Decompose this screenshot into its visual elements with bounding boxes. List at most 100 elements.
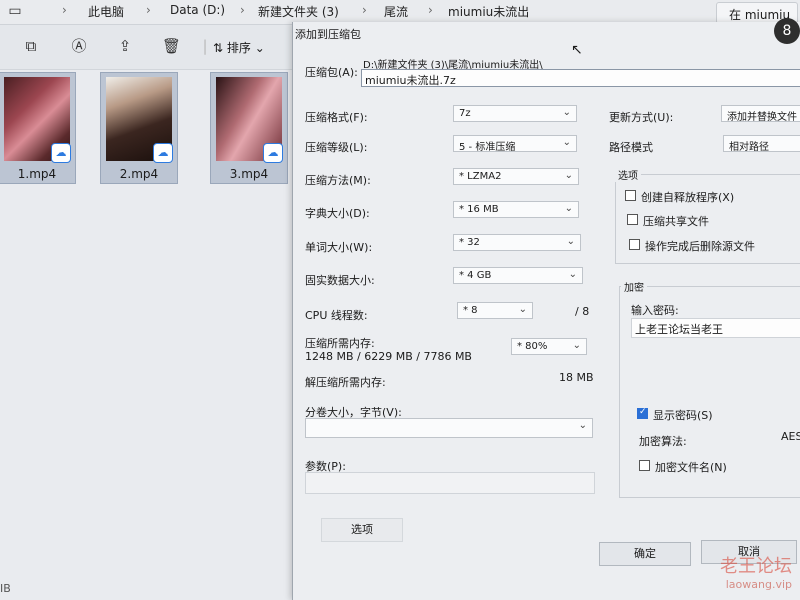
mem-comp-label: 压缩所需内存: [305, 337, 375, 350]
chevron-right-icon: › [362, 3, 367, 17]
cloud-sync-icon: ☁ [263, 143, 283, 163]
archive-name-input[interactable]: miumiu未流出.7z [361, 69, 800, 87]
mem-percent-value: * 80% [517, 341, 548, 352]
watermark: 老王论坛 laowang.vip [720, 552, 792, 591]
archive-name-value: miumiu未流出.7z [365, 74, 456, 87]
format-value: 7z [459, 108, 471, 119]
dict-select[interactable]: * 16 MB ⌄ [453, 201, 579, 218]
mouse-cursor-icon: ↖ [571, 42, 583, 58]
level-select[interactable]: 5 - 标准压缩 ⌄ [453, 135, 577, 153]
sfx-label: 创建自释放程序(X) [641, 191, 735, 204]
copy-icon[interactable]: ⧉ [22, 37, 40, 55]
word-label: 单词大小(W): [305, 241, 373, 254]
encrypt-filenames-label: 加密文件名(N) [655, 461, 727, 474]
file-tile[interactable]: ☁ 1.mp4 [0, 72, 76, 184]
archive-label: 压缩包(A): [305, 66, 358, 79]
breadcrumb-folder[interactable]: 新建文件夹 (3) [258, 3, 339, 20]
chevron-down-icon: ⌄ [568, 269, 577, 280]
rename-icon[interactable]: Ⓐ [70, 37, 88, 55]
mem-percent-select[interactable]: * 80% ⌄ [511, 338, 587, 355]
chevron-down-icon: ⌄ [518, 304, 527, 315]
chevron-right-icon: › [146, 3, 151, 17]
mem-decomp-value: 18 MB [559, 371, 594, 384]
update-label: 更新方式(U): [609, 111, 674, 124]
toolbar-divider: | [202, 37, 208, 55]
chevron-right-icon: › [240, 3, 245, 17]
dict-label: 字典大小(D): [305, 207, 370, 220]
update-value: 添加并替换文件 [727, 112, 797, 123]
breadcrumb-drive[interactable]: Data (D:) [170, 3, 225, 17]
chevron-down-icon: ⌄ [564, 203, 573, 214]
dict-value: * 16 MB [459, 204, 499, 215]
threads-select[interactable]: * 8 ⌄ [457, 302, 533, 319]
show-password-checkbox[interactable] [637, 407, 648, 419]
method-select[interactable]: * LZMA2 ⌄ [453, 168, 579, 185]
ok-button[interactable]: 确定 [599, 542, 691, 566]
watermark-url: laowang.vip [725, 578, 792, 591]
method-value: * LZMA2 [459, 171, 502, 182]
options-group-title: 选项 [615, 167, 641, 182]
breadcrumb-this-pc[interactable]: 此电脑 [88, 3, 124, 20]
threads-max: / 8 [575, 305, 590, 318]
watermark-text: 老王论坛 [720, 556, 792, 577]
chevron-down-icon: ⌄ [562, 107, 571, 118]
path-mode-value: 相对路径 [729, 142, 769, 153]
threads-value: * 8 [463, 305, 478, 316]
password-input[interactable]: 上老王论坛当老王 [631, 318, 800, 338]
file-name: 1.mp4 [17, 167, 57, 181]
chevron-right-icon: › [62, 3, 67, 17]
solid-value: * 4 GB [459, 270, 492, 281]
monitor-icon[interactable]: ▭ [6, 2, 24, 20]
dialog-title: 添加到压缩包 [295, 28, 361, 41]
threads-label: CPU 线程数: [305, 309, 368, 322]
add-to-archive-dialog: 添加到压缩包 ↖ 压缩包(A): D:\新建文件夹 (3)\尾流\miumiu未… [292, 22, 800, 600]
update-select[interactable]: 添加并替换文件 [721, 105, 800, 123]
share-icon[interactable]: ⇪ [116, 37, 134, 55]
split-select[interactable]: ⌄ [305, 418, 593, 438]
file-name: 3.mp4 [229, 167, 269, 181]
delete-source-label: 操作完成后删除源文件 [645, 240, 755, 253]
encryption-group-title: 加密 [621, 279, 647, 294]
mem-comp-value: 1248 MB / 6229 MB / 7786 MB [305, 350, 472, 363]
file-tile[interactable]: ☁ 2.mp4 [100, 72, 178, 184]
delete-source-checkbox[interactable] [629, 239, 640, 250]
word-select[interactable]: * 32 ⌄ [453, 234, 581, 251]
delete-icon[interactable]: 🗑 [162, 37, 181, 55]
close-icon[interactable]: 8 [774, 18, 800, 44]
enc-method-value[interactable]: AES [781, 430, 800, 443]
sfx-checkbox[interactable] [625, 190, 636, 201]
chevron-right-icon: › [428, 3, 433, 17]
cloud-sync-icon: ☁ [153, 143, 173, 163]
params-input[interactable] [305, 472, 595, 494]
mem-decomp-label: 解压缩所需内存: [305, 376, 386, 389]
format-label: 压缩格式(F): [305, 111, 368, 124]
password-value: 上老王论坛当老王 [635, 323, 723, 336]
file-tile[interactable]: ☁ 3.mp4 [210, 72, 288, 184]
shared-checkbox[interactable] [627, 214, 638, 225]
explorer-toolbar: ⧉ Ⓐ ⇪ 🗑 | ⇅ 排序 ⌄ [0, 25, 292, 70]
breadcrumb-current[interactable]: miumiu未流出 [448, 3, 529, 20]
level-value: 5 - 标准压缩 [459, 142, 516, 153]
sort-icon: ⇅ [213, 41, 227, 55]
status-size: IB [0, 582, 11, 595]
format-select[interactable]: 7z ⌄ [453, 105, 577, 122]
encrypt-filenames-checkbox[interactable] [639, 460, 650, 471]
chevron-down-icon: ⌄ [564, 170, 573, 181]
chevron-down-icon: ⌄ [562, 137, 571, 148]
enc-method-label: 加密算法: [639, 435, 687, 448]
chevron-down-icon: ⌄ [572, 340, 581, 351]
solid-label: 固实数据大小: [305, 274, 375, 287]
solid-select[interactable]: * 4 GB ⌄ [453, 267, 583, 284]
chevron-down-icon: ⌄ [566, 236, 575, 247]
chevron-down-icon: ⌄ [578, 420, 587, 431]
path-mode-select[interactable]: 相对路径 [723, 135, 800, 153]
method-label: 压缩方法(M): [305, 174, 371, 187]
word-value: * 32 [459, 237, 480, 248]
options-button[interactable]: 选项 [321, 518, 403, 542]
shared-label: 压缩共享文件 [643, 215, 709, 228]
sort-button[interactable]: ⇅ 排序 ⌄ [213, 39, 265, 56]
breadcrumb-subfolder[interactable]: 尾流 [384, 3, 408, 20]
cloud-sync-icon: ☁ [51, 143, 71, 163]
show-password-label: 显示密码(S) [653, 409, 713, 422]
path-mode-label: 路径模式 [609, 141, 653, 154]
